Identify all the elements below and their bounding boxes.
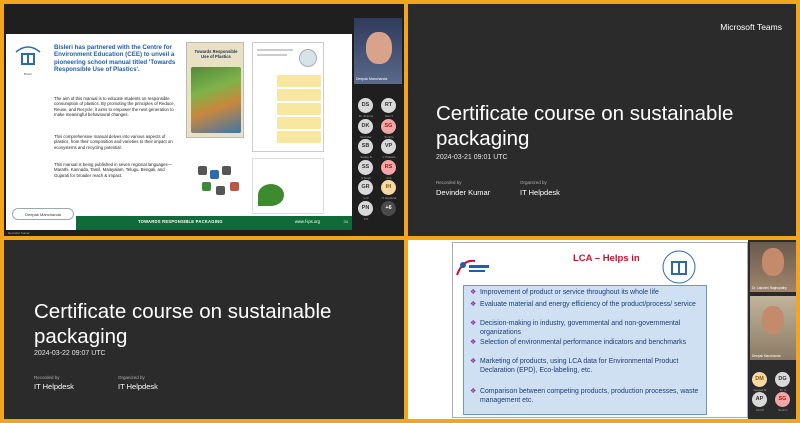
- participant-avatar[interactable]: IH: [381, 180, 396, 195]
- plate-illustration: [299, 49, 317, 67]
- slide-headline: Bisleri has partnered with the Centre fo…: [54, 44, 176, 74]
- manual-cover-title: Towards Responsible Use of Plastics: [194, 49, 238, 60]
- lca-benefits-list: ❖ Improvement of product or service throu…: [463, 285, 707, 415]
- lca-list-item: ❖ Marketing of products, using LCA data f…: [470, 358, 702, 375]
- lca-list-item-text: Selection of environmental performance i…: [480, 339, 687, 346]
- lca-list-item-text: Marketing of products, using LCA data fo…: [480, 358, 679, 374]
- lca-list-item: ❖ Decision-making in industry, government…: [470, 320, 702, 337]
- recorded-by-name: IT Helpdesk: [34, 382, 74, 391]
- participant-name: Ravi T: [384, 114, 394, 118]
- participant-name: Sunil G: [384, 134, 394, 139]
- school-manual-logo-icon: [15, 46, 41, 65]
- lca-list-item-text: Comparison between competing products, p…: [480, 388, 699, 404]
- participant-avatar[interactable]: DG: [775, 372, 790, 387]
- leaf-illustration: [258, 184, 284, 206]
- participant-camera-feed[interactable]: Deepak Manchanda: [750, 296, 796, 360]
- camera-name-label: Deepak Manchanda: [752, 354, 781, 358]
- diamond-bullet-icon: ❖: [470, 289, 477, 296]
- footer-page-number: 34: [343, 219, 348, 224]
- participant-name: Sanjay B: [360, 155, 372, 159]
- app-brand-label: Microsoft Teams: [720, 22, 782, 32]
- manual-cover-image: Towards Responsible Use of Plastics: [186, 42, 244, 138]
- participant-avatar[interactable]: VP: [381, 139, 396, 154]
- participant-avatar[interactable]: DS: [358, 98, 373, 113]
- manual-worksheet-image: [252, 42, 324, 152]
- participant-name: G R: [363, 196, 369, 200]
- participant-face: [762, 306, 784, 334]
- organized-by-label: Organized by: [520, 180, 547, 185]
- recycling-icons-image: [196, 164, 248, 204]
- participant-camera-feed[interactable]: Dr. Lakshmi Raghupathy: [750, 242, 796, 292]
- lca-list-item: ❖ Improvement of product or service throu…: [470, 289, 702, 298]
- meeting-title: Certificate course on sustainable packag…: [34, 300, 332, 348]
- lca-list-item: ❖ Evaluate material and energy efficiency…: [470, 301, 702, 310]
- participant-avatar[interactable]: DK: [358, 118, 373, 134]
- participant-avatar[interactable]: AP: [752, 392, 767, 407]
- diamond-bullet-icon: ❖: [470, 388, 477, 395]
- lca-list-item-text: Improvement of product or service throug…: [480, 289, 659, 296]
- participant-name: R S: [386, 175, 392, 180]
- presenter-name-tag: Deepak Manchanda: [12, 208, 74, 220]
- organized-by-label: Organized by: [118, 375, 145, 380]
- school-manual-logo-icon: [662, 250, 696, 284]
- camera-name-label: Deepak Manchanda: [356, 77, 388, 81]
- video-tile-shared-screen[interactable]: LCA – Helps in ❖ Improvement of product o…: [408, 240, 796, 419]
- meeting-date: 2024-03-22 09:07 UTC: [34, 350, 106, 357]
- lca-list-item: ❖ Comparison between competing products, …: [470, 388, 702, 405]
- participant-avatar[interactable]: SS: [358, 159, 373, 175]
- shared-slide: Bisleri Bisleri has partnered with the C…: [6, 34, 352, 230]
- meeting-date: 2024-03-21 09:01 UTC: [436, 154, 508, 161]
- participant-avatar[interactable]: SB: [358, 139, 373, 154]
- slide-paragraph: The aim of this manual is to educate stu…: [54, 96, 175, 118]
- recording-card-tile[interactable]: Certificate course on sustainable packag…: [4, 240, 404, 419]
- presenter-face: [366, 32, 392, 64]
- presenter-camera-feed[interactable]: Deepak Manchanda: [354, 18, 402, 84]
- logo-caption: Bisleri: [23, 72, 33, 76]
- participant-name: P N: [363, 216, 369, 221]
- participant-avatar[interactable]: +6: [381, 200, 396, 216]
- participant-name: Devinder: [360, 134, 372, 139]
- participant-name: Sunil G: [778, 408, 788, 412]
- slide-title: LCA – Helps in: [573, 253, 640, 264]
- participant-avatar[interactable]: PN: [358, 200, 373, 216]
- participant-name: Amit P: [755, 408, 765, 412]
- recording-card-tile[interactable]: Microsoft Teams Certificate course on su…: [408, 4, 796, 236]
- slide-paragraph: This manual is being published in seven …: [54, 162, 173, 178]
- recorded-by-label: Recorded by: [436, 180, 462, 185]
- institute-logo-icon: [456, 259, 489, 276]
- diamond-bullet-icon: ❖: [470, 320, 477, 327]
- tile-name-label: Devinder Kumar: [8, 231, 30, 235]
- participant-avatar[interactable]: SG: [381, 118, 396, 134]
- slide-paragraph: This comprehensive manual delves into va…: [54, 134, 173, 150]
- participant-avatar[interactable]: SG: [775, 392, 790, 407]
- lca-list-item-text: Decision-making in industry, governmenta…: [480, 320, 681, 336]
- tile-top-bar: [4, 4, 404, 34]
- participant-avatar[interactable]: RS: [381, 159, 396, 175]
- participant-avatar[interactable]: DM: [752, 372, 767, 387]
- participant-name: S Singh: [361, 175, 371, 180]
- participant-avatar[interactable]: GR: [358, 180, 373, 195]
- diamond-bullet-icon: ❖: [470, 339, 477, 346]
- manual-cover-illustration: [191, 67, 241, 133]
- meeting-title: Certificate course on sustainable packag…: [436, 102, 734, 150]
- participant-face: [762, 248, 784, 276]
- footer-url: www.f-ips.org: [294, 219, 320, 224]
- lca-list-item-text: Evaluate material and energy efficiency …: [480, 301, 696, 308]
- diamond-bullet-icon: ❖: [470, 358, 477, 365]
- participant-name: Dr. Sharma: [358, 114, 374, 118]
- recorded-by-name: Devinder Kumar: [436, 188, 491, 197]
- shared-slide: LCA – Helps in ❖ Improvement of product o…: [452, 242, 748, 418]
- recorded-by-label: Recorded by: [34, 375, 60, 380]
- participant-avatar[interactable]: RT: [381, 98, 396, 113]
- camera-name-label: Dr. Lakshmi Raghupathy: [752, 286, 787, 290]
- organized-by-name: IT Helpdesk: [520, 188, 560, 197]
- participant-name: V Prakash: [382, 155, 396, 159]
- organized-by-name: IT Helpdesk: [118, 382, 158, 391]
- lca-list-item: ❖ Selection of environmental performance …: [470, 339, 702, 348]
- slide-footer: TOWARDS RESPONSIBLE PACKAGING www.f-ips.…: [76, 216, 352, 230]
- video-tile-shared-screen[interactable]: Bisleri Bisleri has partnered with the C…: [4, 4, 404, 236]
- participant-name: IT Helpdesk: [381, 196, 397, 200]
- footer-title: TOWARDS RESPONSIBLE PACKAGING: [138, 219, 223, 224]
- diamond-bullet-icon: ❖: [470, 301, 477, 308]
